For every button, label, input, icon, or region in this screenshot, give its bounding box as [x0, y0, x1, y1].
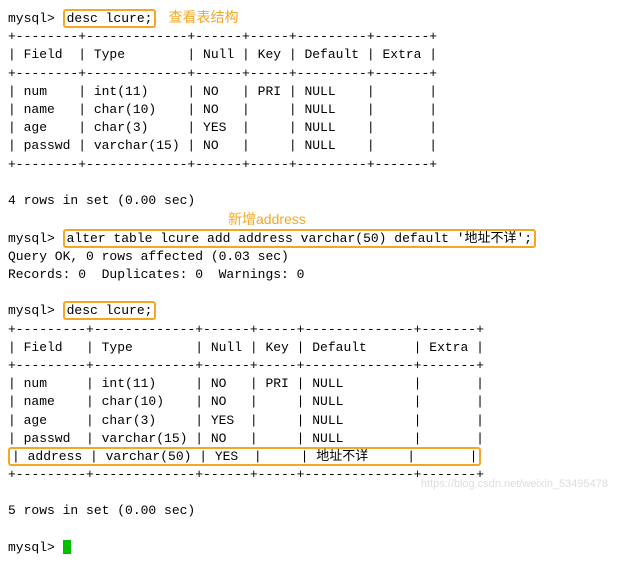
- final-prompt-line: mysql>: [8, 539, 620, 557]
- prompt: mysql>: [8, 303, 55, 318]
- table2-sep-top: +---------+-------------+------+-----+--…: [8, 321, 620, 339]
- alter-result-1: Query OK, 0 rows affected (0.03 sec): [8, 248, 620, 266]
- desc-command-2: mysql> desc lcure;: [8, 302, 620, 320]
- table2-header: | Field | Type | Null | Key | Default | …: [8, 339, 620, 357]
- table2-row-num: | num | int(11) | NO | PRI | NULL | |: [8, 375, 620, 393]
- table1-footer: 4 rows in set (0.00 sec): [8, 192, 620, 210]
- prompt: mysql>: [8, 11, 55, 26]
- table1-sep-mid: +--------+-------------+------+-----+---…: [8, 65, 620, 83]
- table2-footer: 5 rows in set (0.00 sec): [8, 502, 620, 520]
- desc-command-1: mysql> desc lcure; 查看表结构: [8, 8, 620, 28]
- alter-command-line: mysql> alter table lcure add address var…: [8, 230, 620, 248]
- table1-header: | Field | Type | Null | Key | Default | …: [8, 46, 620, 64]
- table2-row-address-highlight: | address | varchar(50) | YES | | 地址不详 |…: [8, 448, 620, 466]
- table2-row-name: | name | char(10) | NO | | NULL | |: [8, 393, 620, 411]
- annotation-view-structure: 查看表结构: [168, 9, 238, 25]
- table2-row-passwd: | passwd | varchar(15) | NO | | NULL | |: [8, 430, 620, 448]
- prompt: mysql>: [8, 231, 55, 246]
- prompt: mysql>: [8, 540, 55, 555]
- command-highlight-desc2: desc lcure;: [63, 301, 157, 320]
- annotation-add-address: 新增address: [228, 210, 620, 230]
- table2-row-age: | age | char(3) | YES | | NULL | |: [8, 412, 620, 430]
- table1-sep-bot: +--------+-------------+------+-----+---…: [8, 156, 620, 174]
- command-highlight-alter: alter table lcure add address varchar(50…: [63, 229, 536, 248]
- table1-row-age: | age | char(3) | YES | | NULL | |: [8, 119, 620, 137]
- address-row-highlight: | address | varchar(50) | YES | | 地址不详 |…: [8, 447, 481, 466]
- table1-sep-top: +--------+-------------+------+-----+---…: [8, 28, 620, 46]
- table1-row-passwd: | passwd | varchar(15) | NO | | NULL | |: [8, 137, 620, 155]
- table1-row-num: | num | int(11) | NO | PRI | NULL | |: [8, 83, 620, 101]
- table1-row-name: | name | char(10) | NO | | NULL | |: [8, 101, 620, 119]
- watermark: https://blog.csdn.net/weixin_53495478: [421, 477, 608, 492]
- cursor-block[interactable]: [63, 540, 71, 554]
- alter-result-2: Records: 0 Duplicates: 0 Warnings: 0: [8, 266, 620, 284]
- table2-sep-mid: +---------+-------------+------+-----+--…: [8, 357, 620, 375]
- command-highlight-desc1: desc lcure;: [63, 9, 157, 28]
